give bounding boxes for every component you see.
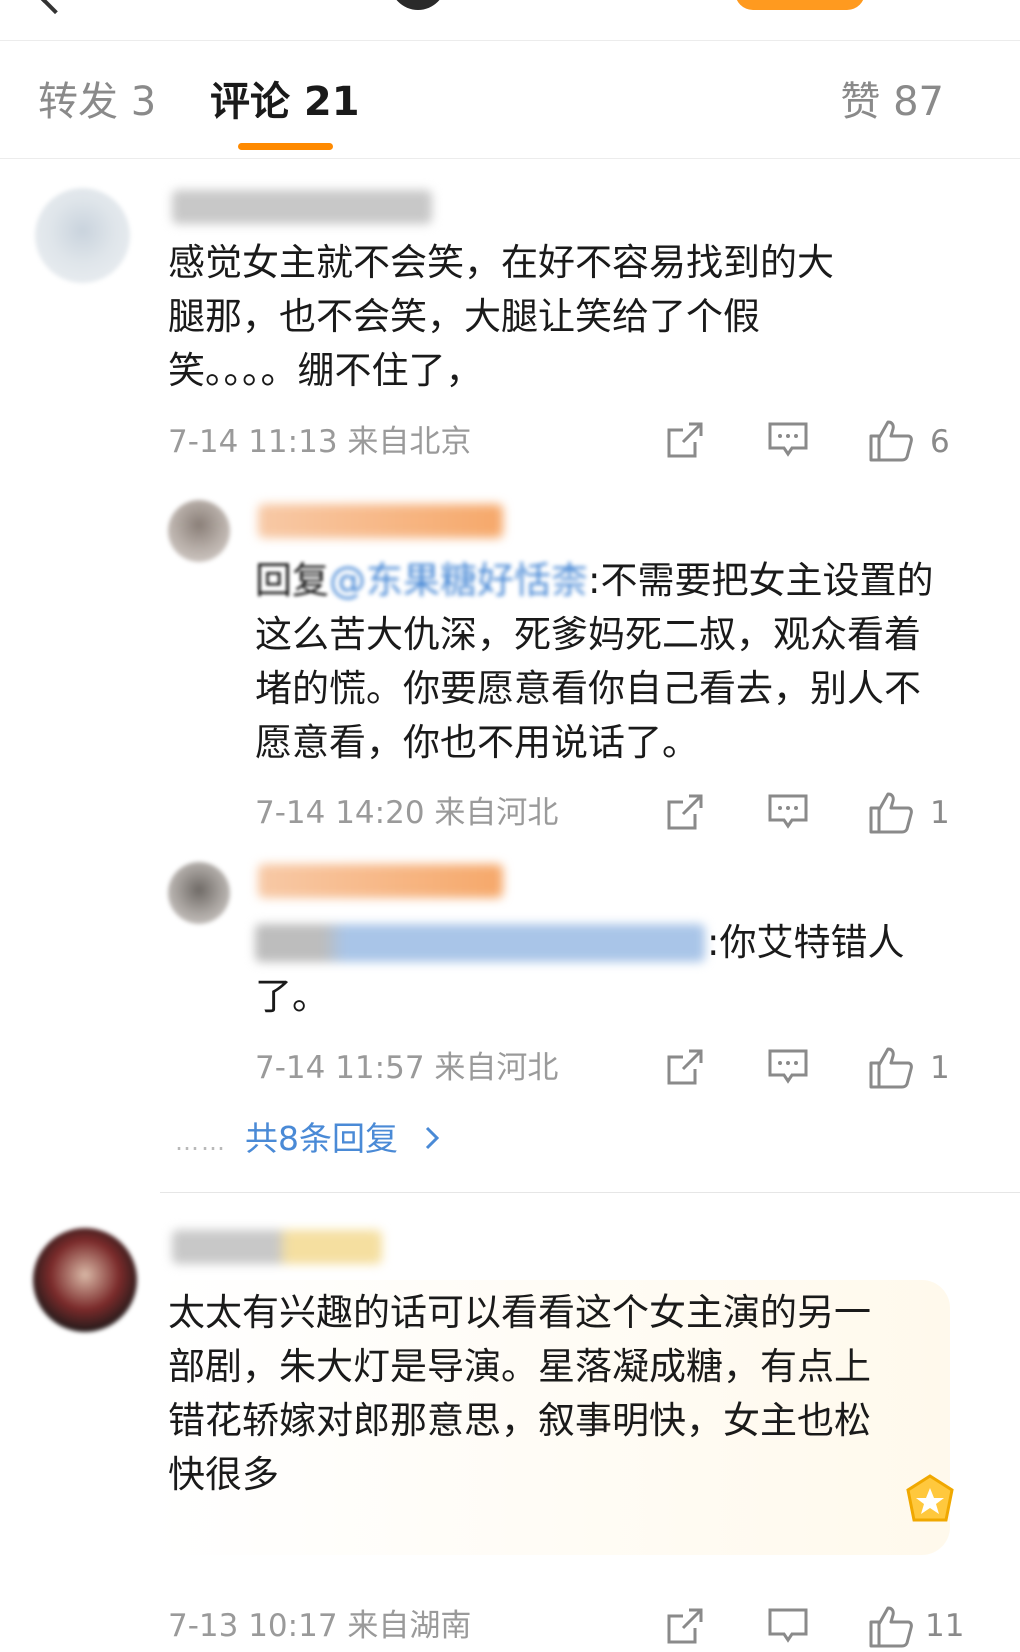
comment-text: 感觉女主就不会笑，在好不容易找到的大腿那，也不会笑，大腿让笑给了个假笑。。。。绷… (168, 241, 834, 392)
avatar[interactable] (168, 862, 230, 924)
divider (160, 1192, 1020, 1193)
tab-bar: 转发 3 评论 21 赞 87 (0, 40, 1020, 159)
reply-text: 回复@东果糖好恬柰:不需要把女主设置的这么苦大仇深，死爹妈死二叔，观众看着堵的慌… (255, 554, 945, 770)
comment-meta: 7-13 10:17 来自湖南 (168, 1608, 472, 1644)
author-avatar[interactable] (390, 0, 446, 10)
comment-meta: 7-14 11:13 来自北京 (168, 424, 472, 460)
mention-link[interactable]: @东果糖好恬柰 (329, 559, 588, 602)
like-count: 11 (925, 1608, 965, 1644)
active-tab-indicator (238, 143, 333, 150)
follow-button[interactable] (735, 0, 865, 10)
like-icon[interactable] (868, 790, 914, 838)
more-replies-link[interactable]: …… 共8条回复 (175, 1117, 439, 1164)
share-icon[interactable] (665, 1606, 705, 1650)
top-bar (0, 0, 1020, 41)
more-dots: …… (175, 1128, 227, 1156)
username-blurred[interactable] (172, 1230, 382, 1264)
share-icon[interactable] (665, 1047, 705, 1091)
chevron-right-icon (425, 1117, 439, 1161)
like-icon[interactable] (868, 1045, 914, 1093)
reply-text: :你艾特错人了。 (255, 921, 905, 1018)
avatar[interactable] (35, 188, 130, 283)
avatar[interactable] (33, 1228, 137, 1332)
username-blurred[interactable] (258, 504, 503, 538)
like-count: 6 (930, 424, 950, 460)
tab-repost[interactable]: 转发 3 (38, 78, 156, 126)
comment-icon[interactable] (767, 420, 809, 464)
comment-icon[interactable] (767, 792, 809, 836)
more-replies-label[interactable]: 共8条回复 (245, 1119, 398, 1158)
avatar[interactable] (168, 500, 230, 562)
comment-icon[interactable] (767, 1047, 809, 1091)
back-arrow-icon[interactable] (40, 0, 70, 15)
like-count: 1 (930, 795, 950, 831)
tab-comments[interactable]: 评论 21 (210, 78, 360, 126)
comment-meta: 7-14 14:20 来自河北 (255, 795, 559, 831)
comment-icon[interactable] (767, 1606, 809, 1650)
comment-text: 太太有兴趣的话可以看看这个女主演的另一部剧，朱大灯是导演。星落凝成糖，有点上错花… (168, 1291, 871, 1496)
share-icon[interactable] (665, 792, 705, 836)
comment-meta: 7-14 11:57 来自河北 (255, 1050, 559, 1086)
like-icon[interactable] (868, 1604, 914, 1652)
like-icon[interactable] (868, 418, 914, 466)
reply-prefix: 回复 (255, 559, 329, 602)
like-count: 1 (930, 1050, 950, 1086)
share-icon[interactable] (665, 420, 705, 464)
username-blurred[interactable] (258, 864, 503, 898)
fan-badge-icon (900, 1470, 960, 1530)
username-blurred[interactable] (172, 190, 432, 224)
tab-likes[interactable]: 赞 87 (840, 78, 944, 126)
